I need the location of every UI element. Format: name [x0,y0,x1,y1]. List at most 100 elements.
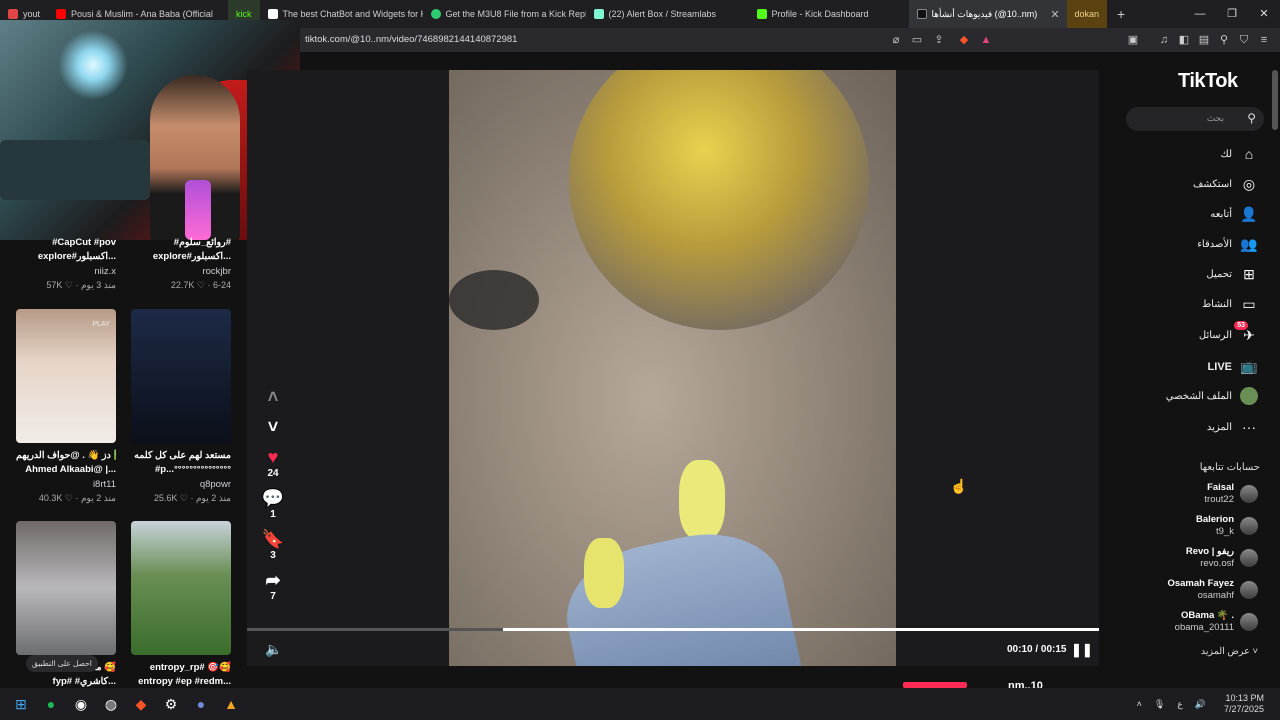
new-tab-icon[interactable]: + [1107,6,1135,22]
search-icon[interactable]: ⚲ [1247,111,1256,125]
nav-item-messages[interactable]: الرسائل ✈ 53 [1130,321,1260,347]
tab-8[interactable]: dokan [1066,0,1108,28]
clock[interactable]: 10:13 PM 7/27/2025 [1212,693,1280,715]
github-icon[interactable]: ◍ [96,688,126,720]
url-field[interactable]: tiktok.com/@10..nm/video/746898214414087… [305,34,517,45]
following-account[interactable]: Faisal trout22 [1130,482,1260,512]
card-stat: 40.3K ♡ · منذ 2 يوم [38,493,116,503]
comment-button[interactable]: 💬 1 [258,487,288,520]
share-icon[interactable]: ⇪ [932,33,946,47]
video-player[interactable] [449,70,896,666]
video-time: 00:10 / 00:15 [1007,644,1067,655]
rewards-icon[interactable]: ▲ [979,33,993,47]
save-button[interactable]: 🔖 3 [258,528,288,561]
see-more-button[interactable]: عرض المزيد ˅ [1130,646,1260,657]
friends-icon: 👥 [1240,236,1258,252]
discord-icon[interactable]: ● [186,688,216,720]
tab-label: Pousi & Muslim - Ana Baba (Official [71,9,213,19]
nav-item-for-you[interactable]: لك ⌂ [1130,144,1260,166]
share-button[interactable]: ➦ 7 [258,569,288,602]
card-user[interactable]: i8rt11 [16,479,116,490]
sidebar-toggle-icon[interactable]: ▣ [1126,33,1140,47]
tray-chevron-icon[interactable]: ˄ [1131,699,1148,709]
brave-icon[interactable]: ◆ [126,688,156,720]
spotify-icon[interactable]: ● [36,688,66,720]
account-name: Osamah Fayez [1167,578,1234,589]
brave-shield-icon[interactable]: ◆ [957,33,971,47]
chevron-down-icon[interactable]: ˅ [258,416,288,438]
close-tab-icon[interactable]: ✕ [1050,8,1059,21]
cast-icon[interactable]: ▭ [910,33,924,47]
grid-card[interactable]: PLAY دز 👋 . @حواف الدريهم ✅ Ahmed Alkaab… [16,309,116,504]
speaker-icon[interactable]: 🔊 [1189,699,1212,710]
share-count: 7 [270,591,276,602]
media-icon[interactable]: ♫ [1157,33,1171,47]
nav-label: أتابعه [1210,209,1232,220]
windows-start-icon[interactable]: ⊞ [6,688,36,720]
tab-5[interactable]: (22) Alert Box / Streamlabs [586,0,749,28]
video-thumbnail[interactable] [131,521,231,655]
reader-mode-icon[interactable]: ⌀ [889,33,903,47]
tiktok-logo[interactable]: TikTok [1178,70,1238,93]
like-button[interactable]: ♥ 24 [258,446,288,479]
window-controls: — ❐ ✕ [1184,0,1280,28]
volume-icon[interactable]: 🔈 [265,641,282,658]
card-user[interactable]: niiz.x [16,266,116,277]
account-handle: revo.osf [1200,558,1234,569]
card-caption: explore#اكسبلور... [152,251,231,262]
following-account[interactable]: Osamah Fayez osamahf [1130,578,1260,608]
mic-icon[interactable]: 🎙 [1148,699,1171,710]
app-icon[interactable]: ▲ [216,688,246,720]
split-view-icon[interactable]: ◧ [1177,33,1191,47]
tab-label: Get the M3U8 File from a Kick Replay [445,9,586,19]
nav-item-live[interactable]: LIVE 📺 [1130,356,1260,378]
nav-item-following[interactable]: أتابعه 👤 [1130,204,1260,226]
card-caption: explore#اكسبلور... [37,251,116,262]
home-icon: ⌂ [1244,146,1254,162]
get-app-note[interactable]: احصل على التطبيق [26,655,98,672]
following-account[interactable]: Balerion t9_k [1130,514,1260,544]
steam-icon[interactable]: ⚙ [156,688,186,720]
search-input[interactable]: بحث ⚲ [1126,107,1264,131]
tab-4[interactable]: Get the M3U8 File from a Kick Replay [423,0,586,28]
close-window-icon[interactable]: ✕ [1248,0,1280,28]
video-thumbnail[interactable] [16,521,116,655]
video-progress-bar[interactable] [247,628,1099,631]
chevron-up-icon[interactable]: ˄ [258,386,288,408]
card-user[interactable]: q8powr [131,479,231,490]
following-account[interactable]: OBama 🌴 . obama_20111 [1130,610,1260,640]
tab-active-tiktok[interactable]: فيديوهات أنشأها (@10..nm) ✕ [908,0,1067,28]
tab-6[interactable]: Profile - Kick Dashboard [749,0,909,28]
account-name: OBama 🌴 . [1180,610,1234,621]
video-thumbnail[interactable]: PLAY [16,309,116,443]
pause-icon[interactable]: ❚❚ [1071,642,1093,658]
nav-item-upload[interactable]: تحميل ⊞ [1130,264,1260,286]
following-account[interactable]: Revo | ريفو revo.osf [1130,546,1260,576]
tab-label: The best ChatBot and Widgets for Ki [282,9,423,19]
nav-item-activity[interactable]: النشاط ▭ [1130,294,1260,316]
nav-item-friends[interactable]: الأصدقاء 👥 [1130,234,1260,256]
menu-icon[interactable]: ≡ [1257,33,1271,47]
card-user[interactable]: rockjbr [131,266,231,277]
card-caption: دز 👋 . @حواف الدريهم ✅ [16,450,116,461]
grid-card[interactable]: #CapCut #pov explore#اكسبلور... niiz.x 5… [16,236,116,291]
m3u8-icon [430,9,441,19]
video-thumbnail[interactable] [131,309,231,443]
minimize-icon[interactable]: — [1184,0,1216,28]
nav-item-profile[interactable]: الملف الشخصي [1130,386,1260,408]
card-caption: entropy_rp# 🎯🥰 [149,662,231,673]
nav-item-more[interactable]: المزيد ··· [1130,417,1260,439]
grid-card[interactable]: entropy_rp# 🎯🥰 entropy #ep #redm... [131,521,231,689]
obs-icon[interactable]: ◉ [66,688,96,720]
grid-card[interactable]: #روائع_سلوم# explore#اكسبلور... rockjbr … [131,236,231,291]
grid-card[interactable]: مستعد لهم على كل كلمه #p...°°°°°°°°°°°°°… [131,309,231,504]
language-indicator[interactable]: ع [1171,699,1188,710]
nav-item-explore[interactable]: استكشف ◎ [1130,174,1260,196]
wallet-icon[interactable]: ▤ [1197,33,1211,47]
restore-icon[interactable]: ❐ [1216,0,1248,28]
live-icon: 📺 [1240,358,1258,374]
extensions-icon[interactable]: ⚲ [1217,33,1231,47]
card-caption: fyp# #كاشري... [52,676,116,687]
vpn-icon[interactable]: ⛉ [1237,33,1251,47]
scrollbar[interactable] [1272,70,1278,130]
